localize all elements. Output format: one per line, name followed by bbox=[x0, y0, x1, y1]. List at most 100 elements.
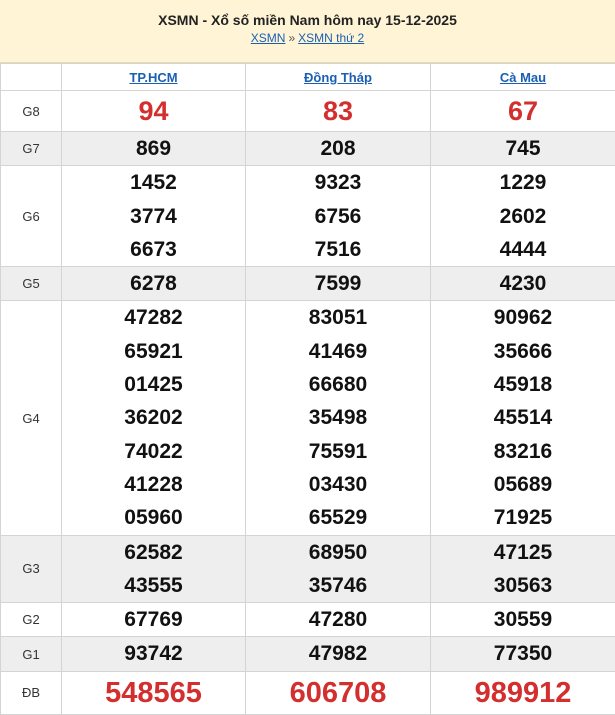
prize-label: ĐB bbox=[1, 671, 62, 714]
prize-label: G6 bbox=[1, 166, 62, 267]
prize-number: 4230 bbox=[431, 267, 615, 300]
prize-number: 47282 bbox=[62, 301, 245, 334]
page-title: XSMN - Xổ số miền Nam hôm nay 15-12-2025 bbox=[0, 11, 615, 29]
prize-number: 45514 bbox=[431, 401, 615, 434]
prize-label: G8 bbox=[1, 91, 62, 132]
prize-cell: 83051414696668035498755910343065529 bbox=[246, 301, 431, 535]
prize-cell: 932367567516 bbox=[246, 166, 431, 267]
prize-cell: 7599 bbox=[246, 267, 431, 301]
province-link-dong-thap[interactable]: Đồng Tháp bbox=[304, 70, 372, 85]
prize-number: 94 bbox=[62, 91, 245, 131]
prize-number: 83051 bbox=[246, 301, 430, 334]
prize-number: 30563 bbox=[431, 569, 615, 602]
prize-row: G5627875994230 bbox=[1, 267, 615, 301]
prize-row: G2677694728030559 bbox=[1, 603, 615, 637]
prize-number: 6756 bbox=[246, 200, 430, 233]
prize-number: 45918 bbox=[431, 368, 615, 401]
prize-number: 47280 bbox=[246, 603, 430, 636]
prize-number: 36202 bbox=[62, 401, 245, 434]
prize-cell: 606708 bbox=[246, 671, 431, 714]
prize-cell: 6278 bbox=[62, 267, 246, 301]
prize-number: 35666 bbox=[431, 335, 615, 368]
prize-cell: 83 bbox=[246, 91, 431, 132]
prize-number: 93742 bbox=[62, 637, 245, 670]
prize-number: 2602 bbox=[431, 200, 615, 233]
prize-cell: 208 bbox=[246, 132, 431, 166]
prize-number: 74022 bbox=[62, 435, 245, 468]
prize-number: 9323 bbox=[246, 166, 430, 199]
province-header: Cà Mau bbox=[431, 64, 615, 91]
prize-number: 90962 bbox=[431, 301, 615, 334]
prize-cell: 4230 bbox=[431, 267, 615, 301]
prize-number: 1229 bbox=[431, 166, 615, 199]
prize-label: G5 bbox=[1, 267, 62, 301]
prize-cell: 6258243555 bbox=[62, 535, 246, 603]
prize-row: G1937424798277350 bbox=[1, 637, 615, 671]
prize-number: 47982 bbox=[246, 637, 430, 670]
breadcrumb-separator: » bbox=[288, 31, 295, 45]
prize-number: 03430 bbox=[246, 468, 430, 501]
prize-cell: 94 bbox=[62, 91, 246, 132]
prize-number: 71925 bbox=[431, 501, 615, 534]
prize-number: 4444 bbox=[431, 233, 615, 266]
prize-cell: 93742 bbox=[62, 637, 246, 671]
prize-label: G2 bbox=[1, 603, 62, 637]
prize-cell: 4712530563 bbox=[431, 535, 615, 603]
prize-cell: 47982 bbox=[246, 637, 431, 671]
prize-number: 05689 bbox=[431, 468, 615, 501]
prize-number: 83216 bbox=[431, 435, 615, 468]
prize-number: 62582 bbox=[62, 536, 245, 569]
prize-number: 1452 bbox=[62, 166, 245, 199]
prize-row: G7869208745 bbox=[1, 132, 615, 166]
prize-number: 67 bbox=[431, 91, 615, 131]
province-link-tphcm[interactable]: TP.HCM bbox=[129, 70, 177, 85]
prize-number: 30559 bbox=[431, 603, 615, 636]
prize-cell: 989912 bbox=[431, 671, 615, 714]
prize-row: G3625824355568950357464712530563 bbox=[1, 535, 615, 603]
prize-cell: 548565 bbox=[62, 671, 246, 714]
breadcrumb-link-xsmn-thu-2[interactable]: XSMN thứ 2 bbox=[298, 31, 364, 45]
prize-cell: 145237746673 bbox=[62, 166, 246, 267]
prize-cell: 90962356664591845514832160568971925 bbox=[431, 301, 615, 535]
prize-number: 6673 bbox=[62, 233, 245, 266]
prize-number: 41469 bbox=[246, 335, 430, 368]
prize-number: 67769 bbox=[62, 603, 245, 636]
prize-number: 548565 bbox=[62, 672, 245, 714]
corner-cell bbox=[1, 64, 62, 91]
prize-number: 35746 bbox=[246, 569, 430, 602]
prize-number: 65921 bbox=[62, 335, 245, 368]
page-header: XSMN - Xổ số miền Nam hôm nay 15-12-2025… bbox=[0, 0, 615, 63]
prize-label: G3 bbox=[1, 535, 62, 603]
results-table: TP.HCM Đồng Tháp Cà Mau G8948367G7869208… bbox=[0, 63, 615, 715]
prize-number: 7599 bbox=[246, 267, 430, 300]
prize-number: 989912 bbox=[431, 672, 615, 714]
prize-row: G8948367 bbox=[1, 91, 615, 132]
province-header: Đồng Tháp bbox=[246, 64, 431, 91]
prize-number: 606708 bbox=[246, 672, 430, 714]
prize-number: 6278 bbox=[62, 267, 245, 300]
prize-label: G4 bbox=[1, 301, 62, 535]
prize-cell: 67769 bbox=[62, 603, 246, 637]
province-link-ca-mau[interactable]: Cà Mau bbox=[500, 70, 546, 85]
prize-cell: 122926024444 bbox=[431, 166, 615, 267]
breadcrumb-link-xsmn[interactable]: XSMN bbox=[251, 31, 286, 45]
prize-number: 83 bbox=[246, 91, 430, 131]
prize-cell: 47280 bbox=[246, 603, 431, 637]
prize-cell: 67 bbox=[431, 91, 615, 132]
prize-cell: 77350 bbox=[431, 637, 615, 671]
province-header-row: TP.HCM Đồng Tháp Cà Mau bbox=[1, 64, 615, 91]
prize-number: 77350 bbox=[431, 637, 615, 670]
prize-row: G447282659210142536202740224122805960830… bbox=[1, 301, 615, 535]
prize-number: 7516 bbox=[246, 233, 430, 266]
prize-number: 208 bbox=[246, 132, 430, 165]
prize-cell: 47282659210142536202740224122805960 bbox=[62, 301, 246, 535]
prize-cell: 869 bbox=[62, 132, 246, 166]
prize-number: 66680 bbox=[246, 368, 430, 401]
province-header: TP.HCM bbox=[62, 64, 246, 91]
prize-number: 35498 bbox=[246, 401, 430, 434]
prize-label: G7 bbox=[1, 132, 62, 166]
prize-number: 65529 bbox=[246, 501, 430, 534]
prize-cell: 6895035746 bbox=[246, 535, 431, 603]
results-body: G8948367G7869208745G61452377466739323675… bbox=[1, 91, 615, 715]
prize-number: 3774 bbox=[62, 200, 245, 233]
